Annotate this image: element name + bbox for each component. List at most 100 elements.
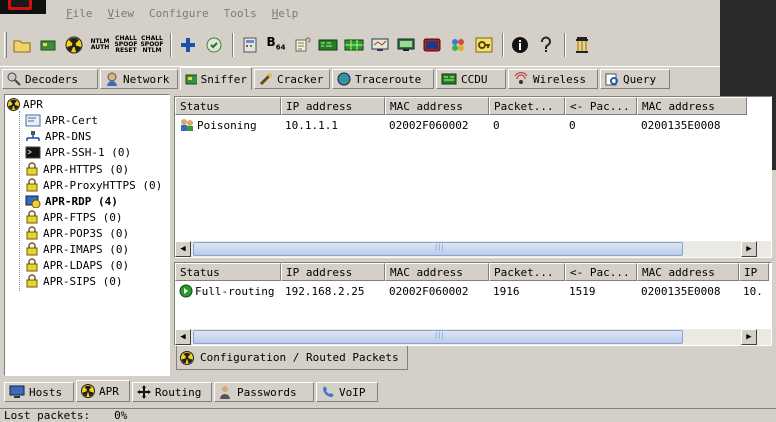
tree-item-apr-ldaps[interactable]: APR-LDAPS (0) bbox=[25, 258, 129, 272]
column-header-mac[interactable]: MAC address bbox=[385, 263, 489, 281]
chall-spoof-ntlm-button[interactable]: CHALL SPOOF NTLM bbox=[140, 32, 164, 58]
base64-decoder-button[interactable]: B64 bbox=[264, 32, 288, 58]
poisoning-table: Status IP address MAC address Packet... … bbox=[174, 96, 772, 258]
tree-item-apr-imaps[interactable]: APR-IMAPS (0) bbox=[25, 242, 129, 256]
ip-2-cell: 10. bbox=[743, 284, 763, 298]
column-header-mac[interactable]: MAC address bbox=[385, 97, 489, 115]
tab-configuration-routed-packets[interactable]: Configuration / Routed Packets bbox=[176, 346, 408, 370]
wireless-passwords-button[interactable] bbox=[342, 32, 366, 58]
add-button[interactable] bbox=[176, 32, 200, 58]
scroll-left-arrow-icon[interactable]: ◀ bbox=[175, 241, 191, 257]
flower-icon bbox=[452, 39, 464, 51]
tab-network[interactable]: Network bbox=[100, 69, 178, 89]
lock-icon bbox=[26, 162, 38, 176]
network-scan-button[interactable] bbox=[368, 32, 392, 58]
chall-spoof-reset-button[interactable]: CHALL SPOOF RESET bbox=[114, 32, 138, 58]
sniffer-toggle-button[interactable] bbox=[36, 32, 60, 58]
column-header-ip-2[interactable]: IP bbox=[739, 263, 769, 281]
ntlm-auth-button[interactable]: NTLM AUTH bbox=[88, 32, 112, 58]
menu-tools[interactable]: Tools bbox=[224, 7, 257, 23]
table-header: Status IP address MAC address Packet... … bbox=[175, 263, 769, 281]
tab-apr[interactable]: APR bbox=[76, 380, 130, 402]
tree-item-apr-ssh-1[interactable]: APR-SSH-1 (0) bbox=[25, 146, 131, 159]
help-button[interactable] bbox=[534, 32, 558, 58]
column-header-packets-in[interactable]: <- Pac... bbox=[565, 263, 637, 281]
tab-decoders[interactable]: Decoders bbox=[2, 69, 98, 89]
certificate-icon bbox=[25, 114, 41, 127]
question-mark-icon bbox=[541, 36, 551, 52]
column-header-ip[interactable]: IP address bbox=[281, 263, 385, 281]
column-header-status[interactable]: Status bbox=[175, 97, 281, 115]
wordlist-button[interactable] bbox=[290, 32, 314, 58]
horizontal-scrollbar[interactable]: ◀ ▶ bbox=[175, 241, 771, 257]
column-header-packets-out[interactable]: Packet... bbox=[489, 97, 565, 115]
tab-query[interactable]: Query bbox=[600, 69, 670, 89]
tab-hosts[interactable]: Hosts bbox=[4, 382, 74, 402]
toolbar-separator bbox=[564, 33, 566, 57]
tree-item-apr-rdp[interactable]: APR-RDP (4) bbox=[25, 194, 118, 208]
tab-wireless[interactable]: Wireless bbox=[508, 69, 598, 89]
tree-item-apr-pop3s[interactable]: APR-POP3S (0) bbox=[25, 226, 129, 240]
lsa-secrets-button[interactable] bbox=[316, 32, 340, 58]
menu-view[interactable]: View bbox=[108, 7, 135, 23]
tab-cracker[interactable]: Cracker bbox=[254, 69, 330, 89]
voip-button[interactable] bbox=[446, 32, 470, 58]
routing-table: Status IP address MAC address Packet... … bbox=[174, 262, 772, 346]
ip-cell: 192.168.2.25 bbox=[285, 284, 365, 298]
column-header-packets-out[interactable]: Packet... bbox=[489, 263, 565, 281]
tab-passwords[interactable]: Passwords bbox=[214, 382, 314, 402]
tree-item-apr-cert[interactable]: APR-Cert bbox=[25, 114, 98, 127]
tree-item-apr-sips[interactable]: APR-SIPS (0) bbox=[25, 274, 122, 288]
decoders-icon bbox=[7, 72, 21, 86]
certificate-button[interactable] bbox=[202, 32, 226, 58]
apr-toggle-button[interactable] bbox=[62, 32, 86, 58]
hash-calculator-button[interactable] bbox=[238, 32, 262, 58]
horizontal-scrollbar[interactable]: ◀ ▶ bbox=[175, 329, 771, 345]
info-button[interactable] bbox=[508, 32, 532, 58]
lost-packets-value: 0% bbox=[114, 409, 128, 422]
column-header-status[interactable]: Status bbox=[175, 263, 281, 281]
toolbar-grip[interactable] bbox=[4, 32, 7, 58]
table-row[interactable]: Full-routing 192.168.2.25 02002F060002 1… bbox=[175, 282, 769, 300]
scrollbar-thumb[interactable] bbox=[193, 242, 683, 256]
scroll-right-arrow-icon[interactable]: ▶ bbox=[741, 329, 757, 345]
tab-voip[interactable]: VoIP bbox=[316, 382, 378, 402]
packets-in-cell: 1519 bbox=[569, 284, 596, 298]
voip-phone-icon bbox=[323, 386, 334, 397]
lock-icon bbox=[26, 242, 38, 256]
toolbar-separator bbox=[232, 33, 234, 57]
tab-ccdu[interactable]: CCDU bbox=[436, 69, 506, 89]
menu-configure[interactable]: Configure bbox=[149, 7, 209, 23]
radiation-icon bbox=[180, 350, 194, 365]
network-icon bbox=[107, 72, 117, 86]
tree-root-apr[interactable]: APR bbox=[7, 98, 43, 111]
tab-traceroute[interactable]: Traceroute bbox=[332, 69, 434, 89]
info-icon bbox=[512, 37, 528, 53]
menu-help[interactable]: Help bbox=[272, 7, 299, 23]
toolbar: NTLM AUTH CHALL SPOOF RESET CHALL SPOOF NTLM … bbox=[4, 30, 684, 60]
key-button[interactable] bbox=[472, 32, 496, 58]
scroll-left-arrow-icon[interactable]: ◀ bbox=[175, 329, 191, 345]
scroll-right-arrow-icon[interactable]: ▶ bbox=[741, 241, 757, 257]
network-monitor-icon bbox=[371, 38, 389, 51]
terminal-button[interactable] bbox=[420, 32, 444, 58]
column-header-packets-in[interactable]: <- Pac... bbox=[565, 97, 637, 115]
tree-item-apr-proxyhttps[interactable]: APR-ProxyHTTPS (0) bbox=[25, 178, 162, 192]
traceroute-button[interactable] bbox=[394, 32, 418, 58]
tree-item-apr-https[interactable]: APR-HTTPS (0) bbox=[25, 162, 129, 176]
tab-sniffer[interactable]: Sniffer bbox=[180, 67, 252, 90]
menu-file[interactable]: File bbox=[66, 7, 93, 23]
green-board-icon bbox=[318, 39, 338, 51]
column-header-mac-2[interactable]: MAC address bbox=[637, 263, 739, 281]
tree-item-apr-dns[interactable]: APR-DNS bbox=[25, 130, 91, 143]
lock-icon bbox=[26, 274, 38, 288]
column-header-mac-2[interactable]: MAC address bbox=[637, 97, 747, 115]
pillar-button[interactable] bbox=[570, 32, 594, 58]
radiation-icon bbox=[65, 36, 83, 54]
table-row[interactable]: Poisoning 10.1.1.1 02002F060002 0 0 0200… bbox=[175, 116, 747, 134]
open-folder-button[interactable] bbox=[10, 32, 34, 58]
column-header-ip[interactable]: IP address bbox=[281, 97, 385, 115]
tab-routing[interactable]: Routing bbox=[132, 382, 212, 402]
tree-item-apr-ftps[interactable]: APR-FTPS (0) bbox=[25, 210, 122, 224]
scrollbar-thumb[interactable] bbox=[193, 330, 683, 344]
